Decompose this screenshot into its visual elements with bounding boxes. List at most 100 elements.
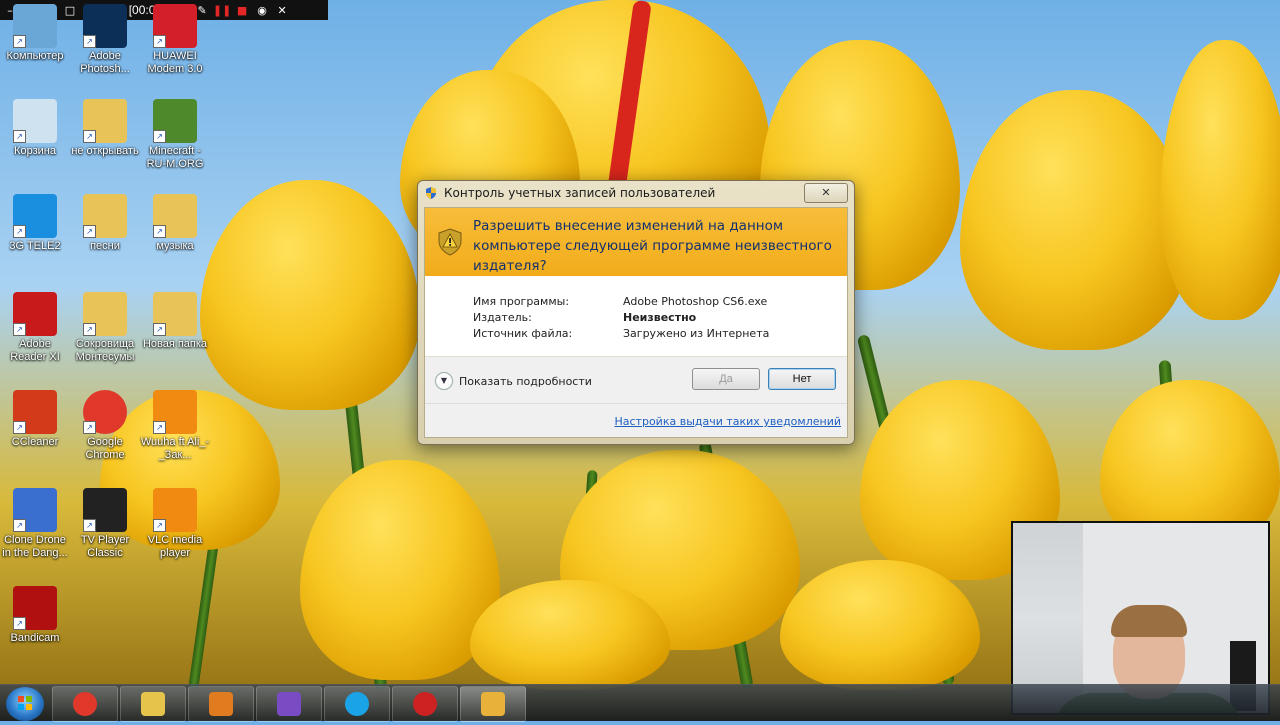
desktop-icon[interactable]: ↗ 3G TELE2 xyxy=(0,194,70,253)
media-player-icon xyxy=(209,692,233,716)
desktop-icon[interactable]: ↗ Компьютер xyxy=(0,4,70,63)
taskbar-button[interactable] xyxy=(324,686,390,722)
show-details-toggle[interactable]: ▼ Показать подробности xyxy=(435,372,592,390)
desktop-icon-label: Adobe Photosh... xyxy=(80,50,130,75)
divider xyxy=(425,403,847,404)
desktop-icon[interactable]: ↗ Корзина xyxy=(0,99,70,158)
shortcut-arrow-icon: ↗ xyxy=(13,617,26,630)
desktop-icon[interactable]: ↗ VLC media player xyxy=(140,488,210,560)
desktop-icon[interactable]: ↗ Adobe Reader XI xyxy=(0,292,70,364)
shortcut-arrow-icon: ↗ xyxy=(83,323,96,336)
close-icon[interactable]: ✕ xyxy=(272,0,292,20)
shortcut-arrow-icon: ↗ xyxy=(153,421,166,434)
desktop-icon[interactable]: ↗ Adobe Photosh... xyxy=(70,4,140,76)
info-key: Источник файла: xyxy=(473,327,573,340)
desktop-icon-label: Bandicam xyxy=(10,632,60,644)
taskbar-button[interactable] xyxy=(188,686,254,722)
info-row-program-name: Имя программы: Adobe Photoshop CS6.exe xyxy=(473,294,769,310)
desktop-icon-label: Clone Drone in the Dang... xyxy=(2,534,68,559)
shortcut-arrow-icon: ↗ xyxy=(153,519,166,532)
vlc-icon: ↗ xyxy=(153,488,197,532)
shortcut-arrow-icon: ↗ xyxy=(83,130,96,143)
camera-icon[interactable]: ◉ xyxy=(252,0,272,20)
shortcut-arrow-icon: ↗ xyxy=(83,225,96,238)
info-key: Имя программы: xyxy=(473,295,570,308)
photoshop-icon: ↗ xyxy=(83,4,127,48)
desktop-icon[interactable]: ↗ Новая папка xyxy=(140,292,210,351)
no-button[interactable]: Нет xyxy=(768,368,836,390)
desktop-icon[interactable]: ↗ CCleaner xyxy=(0,390,70,449)
desktop-icon-label: HUAWEI Modem 3.0 xyxy=(147,50,203,75)
shortcut-arrow-icon: ↗ xyxy=(13,421,26,434)
uac-shield-icon xyxy=(426,187,436,199)
shortcut-arrow-icon: ↗ xyxy=(153,35,166,48)
shortcut-arrow-icon: ↗ xyxy=(83,519,96,532)
desktop-icon[interactable]: ↗ Clone Drone in the Dang... xyxy=(0,488,70,560)
desktop-icon[interactable]: ↗ Minecraft - RU-M.ORG xyxy=(140,99,210,171)
taskbar-button[interactable] xyxy=(120,686,186,722)
chrome-icon: ↗ xyxy=(83,390,127,434)
ccleaner-icon: ↗ xyxy=(13,390,57,434)
shortcut-arrow-icon: ↗ xyxy=(13,323,26,336)
desktop-icon-label: Wuuha ft Ali_-_Зак... xyxy=(140,436,210,461)
stop-icon[interactable]: ■ xyxy=(232,0,252,20)
desktop-icon-label: Сокровища Монтесумы xyxy=(75,338,135,363)
tulip xyxy=(960,90,1190,350)
shortcut-arrow-icon: ↗ xyxy=(153,130,166,143)
desktop-icon[interactable]: ↗ песни xyxy=(70,194,140,253)
taskbar-button[interactable] xyxy=(392,686,458,722)
shortcut-arrow-icon: ↗ xyxy=(153,323,166,336)
info-value: Adobe Photoshop CS6.exe xyxy=(623,295,768,308)
desktop-icon[interactable]: ↗ не открывать xyxy=(70,99,140,158)
folder-icon: ↗ xyxy=(153,292,197,336)
desktop-icon-label: Компьютер xyxy=(6,50,64,62)
program-info: Имя программы: Adobe Photoshop CS6.exe И… xyxy=(473,294,769,342)
taskbar xyxy=(0,684,1280,722)
chrome-icon xyxy=(73,692,97,716)
warning-shield-icon xyxy=(438,228,462,256)
desktop-icon-label: TV Player Classic xyxy=(80,534,130,559)
shortcut-arrow-icon: ↗ xyxy=(13,130,26,143)
desktop-icon-label: VLC media player xyxy=(147,534,203,559)
huawei-icon: ↗ xyxy=(153,4,197,48)
desktop-icon[interactable]: ↗ Bandicam xyxy=(0,586,70,645)
yes-button[interactable]: Да xyxy=(692,368,760,390)
shortcut-arrow-icon: ↗ xyxy=(83,421,96,434)
visual-studio-icon xyxy=(277,692,301,716)
uac-dialog: Контроль учетных записей пользователей ✕… xyxy=(417,180,855,445)
info-row-publisher: Издатель: Неизвестно xyxy=(473,310,769,326)
folder-icon: ↗ xyxy=(153,194,197,238)
desktop-icon[interactable]: ↗ HUAWEI Modem 3.0 xyxy=(140,4,210,76)
desktop-icon[interactable]: ↗ музыка xyxy=(140,194,210,253)
close-button[interactable]: ✕ xyxy=(804,183,848,203)
shortcut-arrow-icon: ↗ xyxy=(83,35,96,48)
show-details-label: Показать подробности xyxy=(459,374,592,388)
start-button[interactable] xyxy=(6,687,44,721)
desktop-icon-label: Adobe Reader XI xyxy=(10,338,60,363)
desktop-icon[interactable]: ↗ Wuuha ft Ali_-_Зак... xyxy=(140,390,210,462)
computer-icon: ↗ xyxy=(13,4,57,48)
shortcut-arrow-icon: ↗ xyxy=(153,225,166,238)
notification-settings-link[interactable]: Настройка выдачи таких уведомлений xyxy=(615,415,842,428)
tulip xyxy=(200,180,420,410)
folder-icon: ↗ xyxy=(83,99,127,143)
tulip xyxy=(1160,40,1280,320)
pause-icon[interactable]: ❚❚ xyxy=(212,0,232,20)
adobe-reader-icon: ↗ xyxy=(13,292,57,336)
info-row-source: Источник файла: Загружено из Интернета xyxy=(473,326,769,342)
folder-icon: ↗ xyxy=(83,292,127,336)
uac-titlebar[interactable]: Контроль учетных записей пользователей xyxy=(418,181,854,205)
taskbar-button[interactable] xyxy=(256,686,322,722)
taskbar-button[interactable] xyxy=(52,686,118,722)
chevron-down-icon[interactable]: ▼ xyxy=(435,372,453,390)
bandicam-icon xyxy=(413,692,437,716)
desktop-icon-label: Google Chrome xyxy=(85,436,125,461)
desktop-icon[interactable]: ↗ TV Player Classic xyxy=(70,488,140,560)
taskbar-button[interactable] xyxy=(460,686,526,722)
folder-icon: ↗ xyxy=(83,194,127,238)
3g-icon: ↗ xyxy=(13,194,57,238)
desktop-icon[interactable]: ↗ Google Chrome xyxy=(70,390,140,462)
uac-shield-icon xyxy=(481,692,505,716)
desktop-icon[interactable]: ↗ Сокровища Монтесумы xyxy=(70,292,140,364)
desktop-icon-label: песни xyxy=(90,240,120,252)
